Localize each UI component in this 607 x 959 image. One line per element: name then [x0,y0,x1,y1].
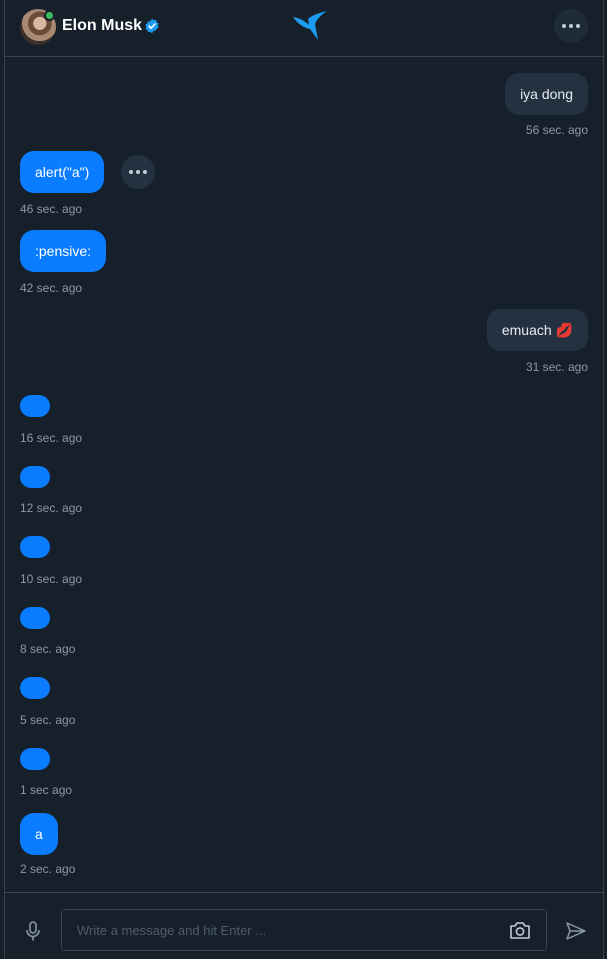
message-bubble[interactable]: alert("a") [20,151,105,193]
message-timestamp: 1 sec ago [20,783,73,797]
more-horizontal-icon [562,24,580,28]
message-timestamp: 10 sec. ago [20,572,83,586]
conversation-options-button[interactable] [554,9,588,43]
message-timestamp: 8 sec. ago [20,642,76,656]
contact-name[interactable]: Elon Musk [62,17,142,35]
message-composer [5,892,603,959]
chat-window: Elon Musk iya dong 56 sec. ago alert("a"… [4,0,604,959]
message-timestamp: 31 sec. ago [525,360,588,374]
message-bubble[interactable] [20,395,50,417]
send-icon[interactable] [565,921,587,941]
message-bubble[interactable]: iya dong [505,73,588,115]
message-bubble[interactable] [20,748,50,770]
message-bubble[interactable]: a [20,813,58,855]
message-timestamp: 5 sec. ago [20,713,76,727]
message-input-container [61,909,547,951]
message-timestamp: 12 sec. ago [20,501,83,515]
message-bubble[interactable] [20,466,50,488]
message-input[interactable] [62,910,502,950]
hummingbird-logo-icon[interactable] [290,10,330,42]
chat-header: Elon Musk [5,0,603,57]
avatar[interactable] [20,9,56,45]
message-bubble[interactable] [20,536,50,558]
message-options-button[interactable] [121,155,155,189]
microphone-icon[interactable] [24,921,42,941]
message-bubble[interactable] [20,677,50,699]
verified-badge-icon [145,18,159,34]
more-horizontal-icon [129,170,147,174]
message-timestamp: 46 sec. ago [20,202,83,216]
message-timestamp: 56 sec. ago [525,123,588,137]
message-timestamp: 42 sec. ago [20,281,83,295]
camera-icon[interactable] [509,921,531,940]
online-status-dot [44,10,55,21]
message-list: iya dong 56 sec. ago alert("a") 46 sec. … [5,57,603,892]
message-timestamp: 16 sec. ago [20,431,83,445]
message-bubble[interactable]: emuach 💋 [486,309,588,351]
message-bubble[interactable]: :pensive: [20,230,107,272]
message-timestamp: 2 sec. ago [20,862,76,876]
message-bubble[interactable] [20,607,50,629]
